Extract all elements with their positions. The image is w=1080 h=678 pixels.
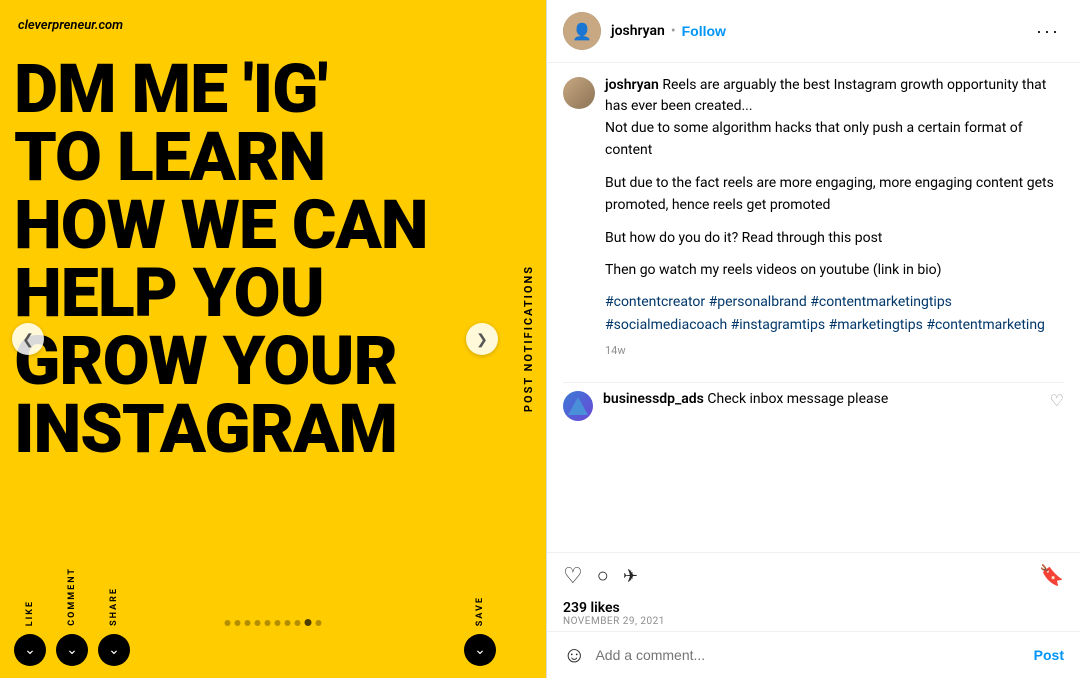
post-comment-button[interactable]: Post xyxy=(1034,647,1064,663)
heading-line1: DM ME 'IG' TO LEARN HOW WE CAN HELP YOU … xyxy=(14,55,498,463)
save-circle-button[interactable]: ⌄ xyxy=(464,634,496,666)
comment-label: COMMENT xyxy=(67,567,77,626)
like-circle-button[interactable]: ⌄ xyxy=(14,634,46,666)
likes-count[interactable]: 239 likes xyxy=(563,600,1064,616)
like-label: LIKE xyxy=(25,600,35,626)
share-action[interactable]: SHARE ⌄ xyxy=(98,587,130,666)
post-notifications-text: POST NOTIFICATIONS xyxy=(522,265,535,412)
follow-button[interactable]: Follow xyxy=(682,23,726,39)
caption-para5: Then go watch my reels videos on youtube… xyxy=(605,259,1064,281)
share-post-button[interactable]: ✈ xyxy=(623,567,638,585)
reply-heart-icon[interactable]: ♡ xyxy=(1050,391,1064,410)
header-username[interactable]: joshryan xyxy=(611,23,665,39)
save-label: SAVE xyxy=(475,596,485,626)
post-notifications-sidebar: POST NOTIFICATIONS xyxy=(510,0,546,678)
caption-username[interactable]: joshryan xyxy=(605,77,659,93)
comment-post-button[interactable]: ○ xyxy=(597,566,609,586)
header-info: joshryan • Follow xyxy=(611,23,1022,39)
site-url: cleverpreneur.com xyxy=(18,18,123,33)
caption-content: joshryan Reels are arguably the best Ins… xyxy=(605,75,1064,370)
more-options-button[interactable]: ··· xyxy=(1032,21,1064,42)
avatar[interactable]: 👤 xyxy=(563,12,601,50)
reply-comment: businessdp_ads Check inbox message pleas… xyxy=(563,382,1064,429)
like-action[interactable]: LIKE ⌄ xyxy=(14,600,46,666)
share-label: SHARE xyxy=(109,587,119,626)
likes-section: 239 likes NOVEMBER 29, 2021 xyxy=(547,598,1080,631)
bottom-action-bar: LIKE ⌄ COMMENT ⌄ SHARE ⌄ SAVE ⌄ xyxy=(0,559,510,678)
caption-para3: But due to the fact reels are more engag… xyxy=(605,172,1064,217)
next-slide-button[interactable]: ❯ xyxy=(466,323,498,355)
caption-text: joshryan Reels are arguably the best Ins… xyxy=(605,75,1064,117)
caption-line1: Reels are arguably the best Instagram gr… xyxy=(605,77,1046,114)
caption-section: joshryan Reels are arguably the best Ins… xyxy=(563,75,1064,370)
post-detail-panel: 👤 joshryan • Follow ··· joshryan Reels a… xyxy=(546,0,1080,678)
caption-para4: But how do you do it? Read through this … xyxy=(605,227,1064,249)
save-action[interactable]: SAVE ⌄ xyxy=(464,596,496,666)
reply-text-content: businessdp_ads Check inbox message pleas… xyxy=(603,391,1040,407)
hashtags[interactable]: #contentcreator #personalbrand #contentm… xyxy=(605,291,1064,336)
comment-input[interactable] xyxy=(595,647,1023,663)
prev-slide-button[interactable]: ❮ xyxy=(12,323,44,355)
comment-circle-button[interactable]: ⌄ xyxy=(56,634,88,666)
reply-username[interactable]: businessdp_ads xyxy=(603,391,704,407)
caption-body: Not due to some algorithm hacks that onl… xyxy=(605,117,1064,360)
like-post-button[interactable]: ♡ xyxy=(563,565,583,587)
post-header: 👤 joshryan • Follow ··· xyxy=(547,0,1080,63)
share-circle-button[interactable]: ⌄ xyxy=(98,634,130,666)
reply-avatar xyxy=(563,391,593,421)
comment-action[interactable]: COMMENT ⌄ xyxy=(56,567,88,666)
bottom-actions-group: LIKE ⌄ COMMENT ⌄ SHARE ⌄ xyxy=(14,567,130,666)
bookmark-button[interactable]: 🔖 xyxy=(1039,563,1064,588)
caption-avatar xyxy=(563,77,595,109)
dot-separator: • xyxy=(671,23,676,39)
post-body: joshryan Reels are arguably the best Ins… xyxy=(547,63,1080,552)
caption-para2: Not due to some algorithm hacks that onl… xyxy=(605,117,1064,162)
emoji-button[interactable]: ☺ xyxy=(563,642,585,668)
add-comment-row: ☺ Post xyxy=(547,631,1080,678)
reply-msg-text: Check inbox message please xyxy=(707,391,888,407)
main-heading: DM ME 'IG' TO LEARN HOW WE CAN HELP YOU … xyxy=(14,55,498,463)
post-actions-bar: ♡ ○ ✈ 🔖 xyxy=(547,552,1080,598)
post-image-panel: cleverpreneur.com POST NOTIFICATIONS DM … xyxy=(0,0,546,678)
caption-timestamp: 14w xyxy=(605,342,1064,360)
post-date: NOVEMBER 29, 2021 xyxy=(563,616,1064,627)
